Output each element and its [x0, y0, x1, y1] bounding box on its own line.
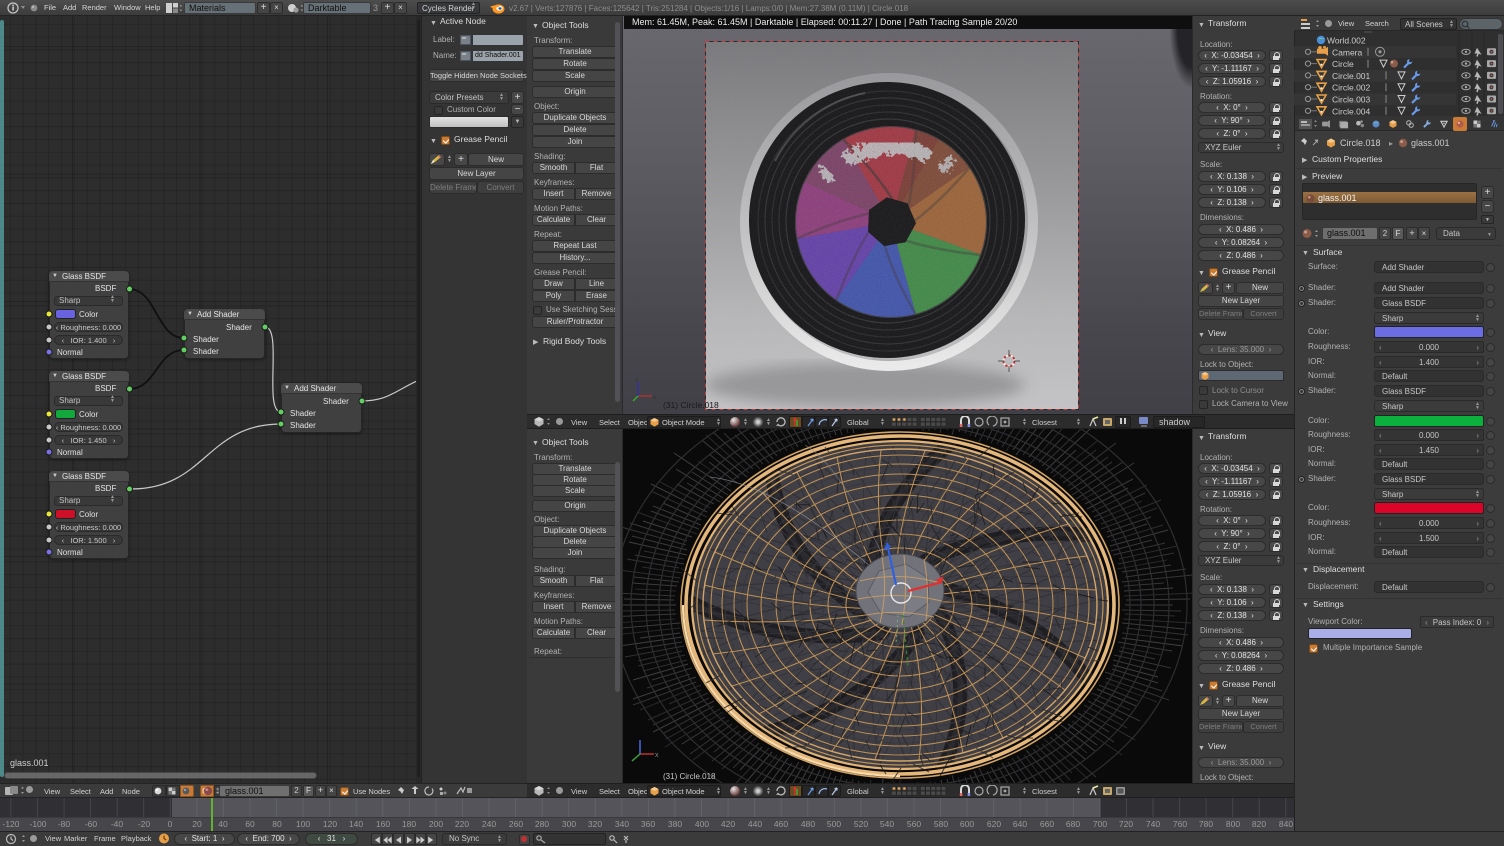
svg-text:200: 200	[429, 819, 443, 829]
svg-text:x: x	[655, 752, 659, 759]
svg-text:320: 320	[588, 819, 602, 829]
svg-text:▸: ▸	[1389, 139, 1393, 148]
svg-text:740: 740	[1146, 819, 1160, 829]
svg-text:40: 40	[218, 819, 228, 829]
svg-text:-80: -80	[58, 819, 71, 829]
svg-text:720: 720	[1119, 819, 1133, 829]
svg-text:Circle.004: Circle.004	[1332, 106, 1371, 116]
svg-text:640: 640	[1013, 819, 1027, 829]
svg-text:280: 280	[535, 819, 549, 829]
svg-text:240: 240	[482, 819, 496, 829]
svg-text:80: 80	[272, 819, 282, 829]
svg-text:-20: -20	[138, 819, 151, 829]
svg-text:260: 260	[509, 819, 523, 829]
svg-text:540: 540	[880, 819, 894, 829]
svg-text:0: 0	[168, 819, 173, 829]
svg-text:180: 180	[402, 819, 416, 829]
svg-text:Circle.001: Circle.001	[1332, 71, 1371, 81]
svg-text:20: 20	[192, 819, 202, 829]
svg-text:World.002: World.002	[1327, 36, 1366, 46]
svg-text:Circle: Circle	[1332, 59, 1354, 69]
svg-text:-100: -100	[29, 819, 46, 829]
svg-text:x: x	[653, 395, 656, 401]
svg-text:-40: -40	[111, 819, 124, 829]
svg-text:700: 700	[1093, 819, 1107, 829]
svg-text:-60: -60	[85, 819, 98, 829]
svg-text:(31) Circle.018: (31) Circle.018	[663, 772, 716, 781]
svg-text:580: 580	[934, 819, 948, 829]
svg-text:820: 820	[1252, 819, 1266, 829]
svg-text:160: 160	[376, 819, 390, 829]
svg-text:420: 420	[721, 819, 735, 829]
svg-text:620: 620	[987, 819, 1001, 829]
svg-text:660: 660	[1040, 819, 1054, 829]
svg-text:680: 680	[1066, 819, 1080, 829]
svg-text:400: 400	[695, 819, 709, 829]
svg-text:glass.001: glass.001	[1411, 138, 1450, 148]
svg-text:220: 220	[455, 819, 469, 829]
svg-text:z: z	[635, 378, 638, 383]
svg-text:120: 120	[323, 819, 337, 829]
svg-text:800: 800	[1226, 819, 1240, 829]
svg-text:840: 840	[1279, 819, 1293, 829]
svg-text:780: 780	[1199, 819, 1213, 829]
svg-text:460: 460	[774, 819, 788, 829]
svg-text:300: 300	[562, 819, 576, 829]
svg-text:600: 600	[960, 819, 974, 829]
svg-text:520: 520	[854, 819, 868, 829]
svg-text:Circle.003: Circle.003	[1332, 95, 1371, 105]
svg-text:560: 560	[907, 819, 921, 829]
svg-text:-120: -120	[2, 819, 19, 829]
svg-text:760: 760	[1173, 819, 1187, 829]
svg-text:100: 100	[296, 819, 310, 829]
svg-text:500: 500	[827, 819, 841, 829]
svg-text:340: 340	[615, 819, 629, 829]
svg-text:60: 60	[245, 819, 255, 829]
svg-text:140: 140	[349, 819, 363, 829]
svg-text:Camera: Camera	[1332, 47, 1363, 57]
svg-text:480: 480	[801, 819, 815, 829]
svg-text:Circle.002: Circle.002	[1332, 83, 1371, 93]
svg-text:360: 360	[641, 819, 655, 829]
svg-text:380: 380	[668, 819, 682, 829]
svg-text:Circle.018: Circle.018	[1340, 138, 1381, 148]
svg-text:440: 440	[748, 819, 762, 829]
